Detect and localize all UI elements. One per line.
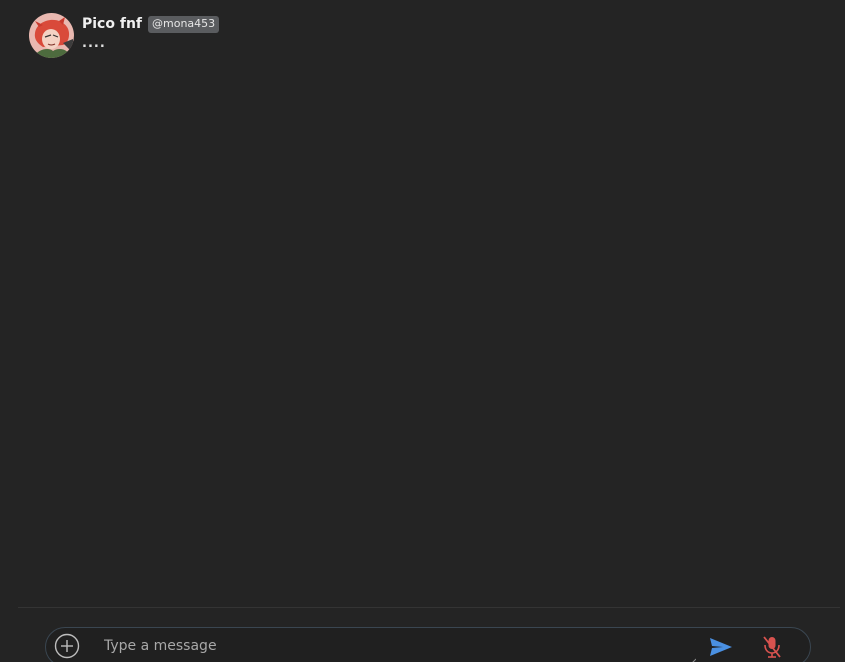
message-input[interactable] [104, 634, 694, 658]
composer-divider [18, 607, 840, 608]
resize-grip-icon [692, 658, 697, 662]
send-button[interactable] [708, 636, 734, 658]
chat-window: Pico fnf @mona453 .... [0, 0, 845, 662]
avatar[interactable] [29, 13, 74, 58]
chat-message: Pico fnf @mona453 .... [29, 13, 220, 58]
plus-circle-icon [54, 633, 80, 659]
mic-muted-icon [763, 636, 781, 658]
send-icon [710, 638, 732, 656]
mic-toggle-button[interactable] [761, 634, 783, 660]
message-body: Pico fnf @mona453 .... [82, 13, 220, 51]
attach-button[interactable] [54, 633, 80, 659]
message-composer [45, 627, 811, 662]
message-text: .... [82, 36, 106, 51]
message-header: Pico fnf @mona453 [82, 13, 220, 35]
avatar-image [29, 13, 74, 58]
username-badge: @mona453 [148, 15, 220, 33]
resize-grip[interactable] [686, 652, 697, 662]
author-name[interactable]: Pico fnf [82, 16, 142, 32]
